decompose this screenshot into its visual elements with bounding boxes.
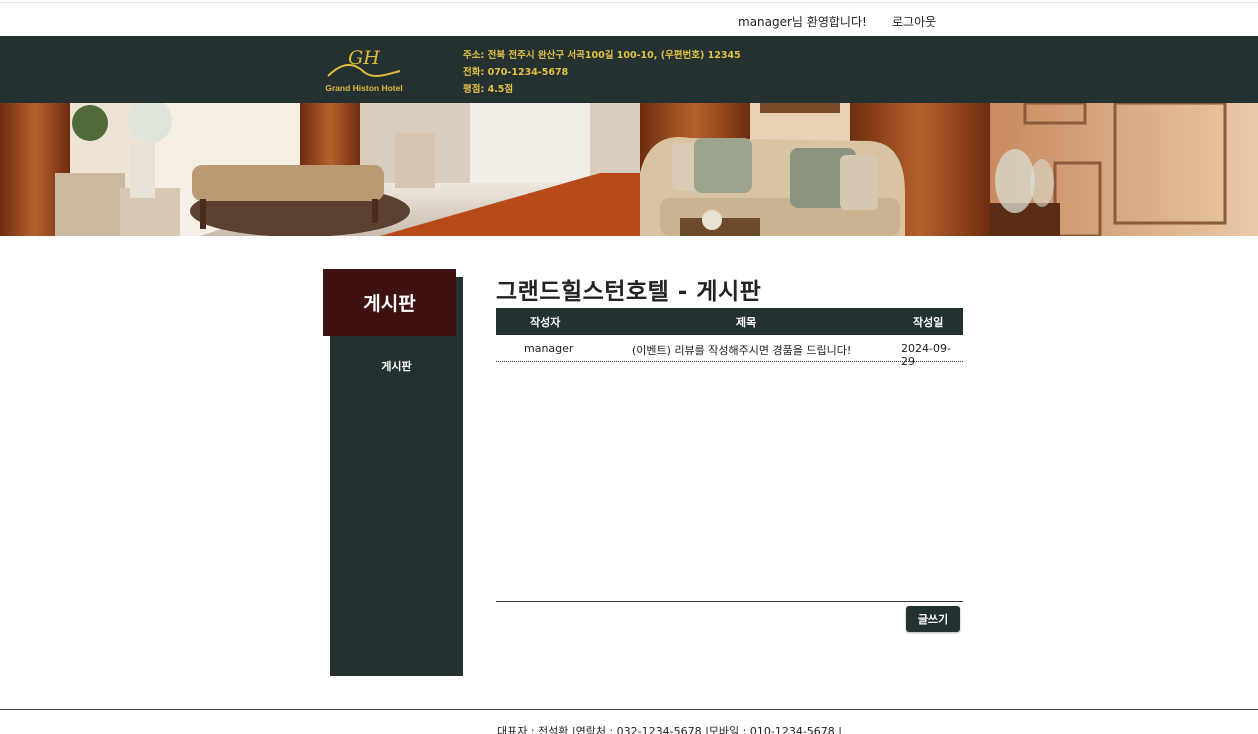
column-header-subject: 제목 bbox=[736, 316, 757, 329]
hotel-address: 주소: 전북 전주시 완산구 서곡100길 100-10, (우편번호) 123… bbox=[463, 50, 741, 61]
board-divider bbox=[496, 601, 963, 602]
hotel-phone: 전화: 070-1234-5678 bbox=[463, 67, 569, 78]
column-header-date: 작성일 bbox=[913, 316, 944, 329]
hotel-rating: 평점: 4.5점 bbox=[463, 84, 514, 95]
sidebar-panel bbox=[330, 277, 463, 676]
footer-contact: 대표자 : 전석환 |연락처 : 032-1234-5678 |모바일 : 01… bbox=[497, 725, 842, 734]
column-header-author: 작성자 bbox=[530, 316, 561, 329]
logo-monogram-icon: GH bbox=[327, 47, 401, 77]
sidebar-title: 게시판 bbox=[323, 269, 456, 336]
sidebar-item-board[interactable]: 게시판 bbox=[330, 358, 463, 374]
table-row[interactable]: manager (이벤트) 리뷰를 작성해주시면 경품을 드립니다! 2024-… bbox=[496, 335, 963, 368]
footer-divider bbox=[0, 709, 1258, 710]
logo-text: Grand Histon Hotel bbox=[325, 83, 403, 93]
top-bar: manager님 환영합니다! 로그아웃 bbox=[0, 3, 1258, 36]
welcome-message: manager님 환영합니다! bbox=[738, 15, 867, 29]
table-header: 작성자 제목 작성일 bbox=[496, 308, 963, 335]
hotel-logo[interactable]: GH Grand Histon Hotel bbox=[322, 44, 406, 96]
hotel-info: 주소: 전북 전주시 완산구 서곡100길 100-10, (우편번호) 123… bbox=[463, 47, 741, 98]
hotel-banner-image bbox=[0, 103, 1258, 236]
write-post-button[interactable]: 글쓰기 bbox=[906, 606, 960, 632]
board-table: 작성자 제목 작성일 manager (이벤트) 리뷰를 작성해주시면 경품을 … bbox=[496, 308, 963, 368]
site-header: GH Grand Histon Hotel 주소: 전북 전주시 완산구 서곡1… bbox=[0, 36, 1258, 103]
row-author: manager bbox=[524, 342, 574, 355]
logout-link[interactable]: 로그아웃 bbox=[892, 13, 936, 30]
row-subject[interactable]: (이벤트) 리뷰를 작성해주시면 경품을 드립니다! bbox=[632, 342, 851, 358]
page-title: 그랜드힐스턴호텔 - 게시판 bbox=[496, 279, 762, 305]
row-date: 2024-09-29 bbox=[901, 342, 951, 368]
